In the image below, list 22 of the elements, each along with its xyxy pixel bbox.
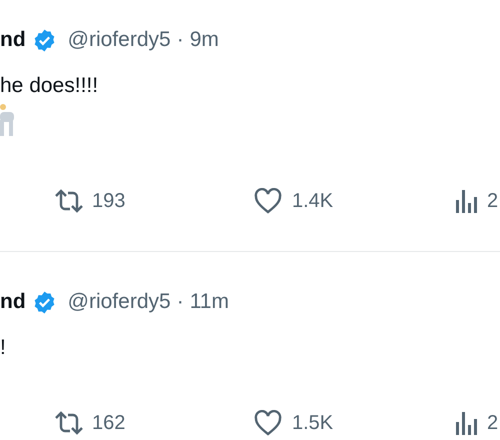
tweet-time[interactable]: 11m xyxy=(190,286,229,318)
view-count: 2 xyxy=(487,411,498,436)
retweet-icon[interactable] xyxy=(54,410,84,436)
tweet-time[interactable]: 9m xyxy=(190,24,219,56)
views-chart-icon[interactable] xyxy=(455,188,477,214)
heart-icon[interactable] xyxy=(254,410,282,436)
heart-icon[interactable] xyxy=(254,188,282,214)
tweet-text: ! xyxy=(0,336,6,359)
retweet-icon[interactable] xyxy=(54,188,84,214)
user-handle[interactable]: @rioferdy5 xyxy=(68,24,171,56)
like-count: 1.5K xyxy=(292,411,334,436)
user-name[interactable]: nd xyxy=(0,286,26,318)
user-name[interactable]: nd xyxy=(0,24,26,56)
views-chart-icon[interactable] xyxy=(455,410,477,436)
retweet-count: 162 xyxy=(92,411,126,436)
retweet-count: 193 xyxy=(92,189,126,214)
view-count: 2 xyxy=(487,189,498,214)
separator-dot: · xyxy=(176,289,184,316)
tweet-text: he does!!!! xyxy=(0,74,98,97)
separator-dot: · xyxy=(176,27,184,54)
user-handle[interactable]: @rioferdy5 xyxy=(68,286,171,318)
like-count: 1.4K xyxy=(292,189,334,214)
